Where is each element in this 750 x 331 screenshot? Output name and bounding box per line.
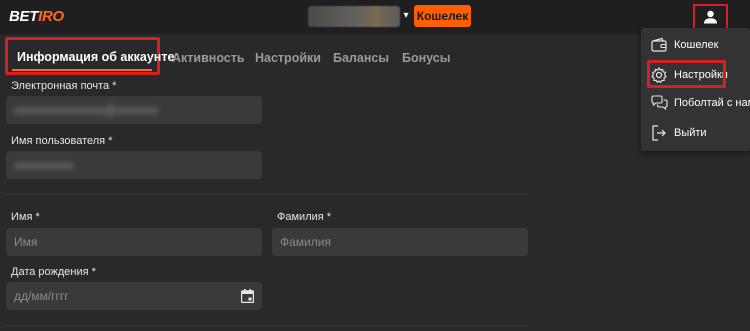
dob-label-text: Дата рождения	[11, 266, 89, 278]
tab-activity[interactable]: Активность	[172, 51, 245, 65]
username-value: xxxxxxxxxx	[14, 158, 74, 172]
required-mark: *	[91, 266, 96, 278]
betiro-logo[interactable]: BETIRO	[9, 8, 64, 25]
required-mark: *	[326, 211, 331, 223]
menu-item-label: Поболтай с нами	[674, 97, 750, 109]
section-divider	[6, 194, 528, 195]
chevron-down-icon[interactable]: ▾	[400, 9, 412, 23]
active-tab-underline	[12, 69, 152, 71]
last-name-field[interactable]: Фамилия	[272, 228, 528, 256]
wallet-button[interactable]: Кошелек	[414, 5, 471, 27]
menu-item-label: Выйти	[674, 127, 707, 139]
top-header: BETIRO ▾ Кошелек	[0, 0, 750, 34]
username-label: Имя пользователя *	[11, 135, 112, 147]
wallet-icon	[651, 37, 667, 52]
required-mark: *	[108, 135, 113, 147]
balance-display-blurred[interactable]	[308, 6, 400, 27]
required-mark: *	[112, 80, 117, 92]
tab-balances[interactable]: Балансы	[333, 51, 389, 65]
dob-field[interactable]: дд/мм/гггг	[6, 282, 262, 310]
user-icon	[704, 10, 717, 24]
required-mark: *	[35, 211, 40, 223]
user-dropdown-menu: Кошелек Настройки Поболтай с нами Выйти	[641, 28, 750, 151]
first-name-label: Имя *	[11, 211, 40, 223]
email-label-text: Электронная почта	[11, 80, 110, 92]
menu-item-logout[interactable]: Выйти	[641, 120, 750, 148]
logo-accent-text: IRO	[38, 8, 64, 25]
calendar-icon[interactable]	[241, 289, 254, 303]
last-name-label: Фамилия *	[277, 211, 331, 223]
tab-bonuses[interactable]: Бонусы	[402, 51, 450, 65]
logo-main-text: BET	[9, 8, 39, 25]
menu-item-wallet[interactable]: Кошелек	[641, 32, 750, 60]
email-field[interactable]: xxxxxxxxxxxxxxx@xxxxxxx	[6, 96, 262, 124]
first-name-placeholder: Имя	[14, 235, 38, 249]
tab-settings[interactable]: Настройки	[255, 51, 321, 65]
section-divider	[6, 325, 528, 326]
first-name-label-text: Имя	[11, 211, 33, 223]
logout-icon	[652, 125, 666, 141]
menu-item-chat[interactable]: Поболтай с нами	[641, 90, 750, 118]
username-label-text: Имя пользователя	[11, 135, 106, 147]
chat-icon	[651, 95, 668, 111]
first-name-field[interactable]: Имя	[6, 228, 262, 256]
email-label: Электронная почта *	[11, 80, 116, 92]
email-value: xxxxxxxxxxxxxxx@xxxxxxx	[14, 103, 159, 117]
menu-item-label: Кошелек	[674, 39, 719, 51]
last-name-placeholder: Фамилия	[280, 235, 331, 249]
tab-account-info[interactable]: Информация об аккаунте	[17, 50, 174, 64]
dob-label: Дата рождения *	[11, 266, 96, 278]
last-name-label-text: Фамилия	[277, 211, 324, 223]
username-field[interactable]: xxxxxxxxxx	[6, 151, 262, 179]
settings-highlight-box	[647, 60, 726, 88]
dob-placeholder: дд/мм/гггг	[14, 289, 69, 303]
user-account-button[interactable]	[693, 4, 728, 30]
